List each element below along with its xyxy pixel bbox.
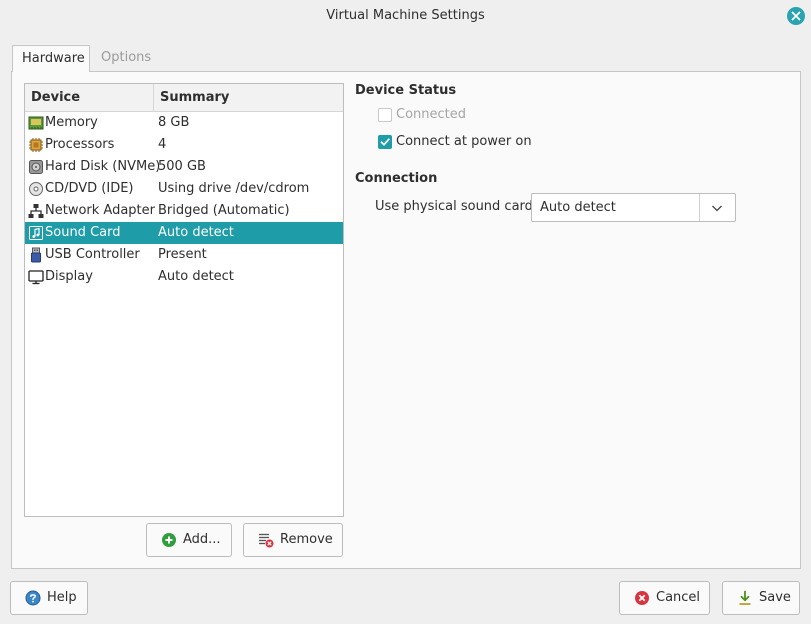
help-button-label: Help [47,590,77,605]
network-icon [28,204,44,218]
device-name: Memory [45,115,98,130]
close-button[interactable] [787,7,805,25]
device-row-processors[interactable]: Processors 4 [25,134,343,156]
device-row-usb-controller[interactable]: USB Controller Present [25,244,343,266]
device-status-title: Device Status [355,83,457,98]
save-button-label: Save [759,590,791,605]
title-bar: Virtual Machine Settings [0,0,811,32]
column-header-device[interactable]: Device [31,84,80,112]
device-summary: 500 GB [158,159,206,174]
cancel-button[interactable]: Cancel [619,581,710,615]
device-name: CD/DVD (IDE) [45,181,134,196]
tab-hardware[interactable]: Hardware [12,45,90,72]
sound-card-select-value: Auto detect [540,200,616,215]
device-row-cd-dvd[interactable]: CD/DVD (IDE) Using drive /dev/cdrom [25,178,343,200]
connect-at-power-on-checkbox-box[interactable] [378,135,392,149]
device-name: Display [45,269,93,284]
sound-card-select[interactable]: Auto detect [531,193,736,222]
usb-icon [31,247,41,263]
close-icon [791,11,801,21]
sound-card-icon [29,226,43,240]
device-row-display[interactable]: Display Auto detect [25,266,343,288]
tab-options[interactable]: Options [92,45,160,72]
cancel-button-label: Cancel [656,590,701,605]
hard-disk-icon [29,160,43,174]
device-name: USB Controller [45,247,140,262]
device-row-sound-card[interactable]: Sound Card Auto detect [25,222,343,244]
window-title: Virtual Machine Settings [326,8,485,23]
hardware-panel: Device Summary Memory 8 GB Processors 4 … [11,71,801,569]
device-summary: Using drive /dev/cdrom [158,181,310,196]
remove-button-label: Remove [280,532,333,547]
sound-card-label: Use physical sound card: [375,199,538,214]
chevron-down-icon [712,205,722,212]
select-separator [699,194,700,221]
remove-icon [259,533,274,548]
device-name: Sound Card [45,225,121,240]
device-summary: Auto detect [158,269,234,284]
device-summary: 4 [158,137,167,152]
memory-icon [28,116,44,130]
connect-at-power-on-label: Connect at power on [396,134,532,149]
device-list[interactable]: Device Summary Memory 8 GB Processors 4 … [24,83,344,517]
display-icon [28,270,44,285]
device-row-network-adapter[interactable]: Network Adapter Bridged (Automatic) [25,200,343,222]
device-row-memory[interactable]: Memory 8 GB [25,112,343,134]
device-name: Processors [45,137,115,152]
checkmark-icon [380,138,390,146]
save-icon [739,590,751,605]
device-row-hard-disk[interactable]: Hard Disk (NVMe) 500 GB [25,156,343,178]
device-summary: Bridged (Automatic) [158,203,290,218]
connected-label: Connected [396,107,467,122]
device-list-header: Device Summary [25,84,343,112]
remove-device-button[interactable]: Remove [243,523,343,557]
device-name: Network Adapter [45,203,155,218]
connected-checkbox-box[interactable] [378,108,392,122]
processor-icon [29,138,43,152]
cancel-icon [635,591,649,605]
add-button-label: Add... [183,532,221,547]
add-device-button[interactable]: Add... [146,523,232,557]
help-button[interactable]: Help [10,581,88,615]
column-header-summary[interactable]: Summary [160,84,229,112]
column-separator [153,84,154,112]
connection-title: Connection [355,171,438,186]
help-icon [25,590,41,606]
device-summary: 8 GB [158,115,190,130]
device-name: Hard Disk (NVMe) [45,159,161,174]
device-summary: Present [158,247,207,262]
cd-dvd-icon [29,182,43,196]
add-icon [162,533,176,547]
save-button[interactable]: Save [722,581,800,615]
device-summary: Auto detect [158,225,234,240]
